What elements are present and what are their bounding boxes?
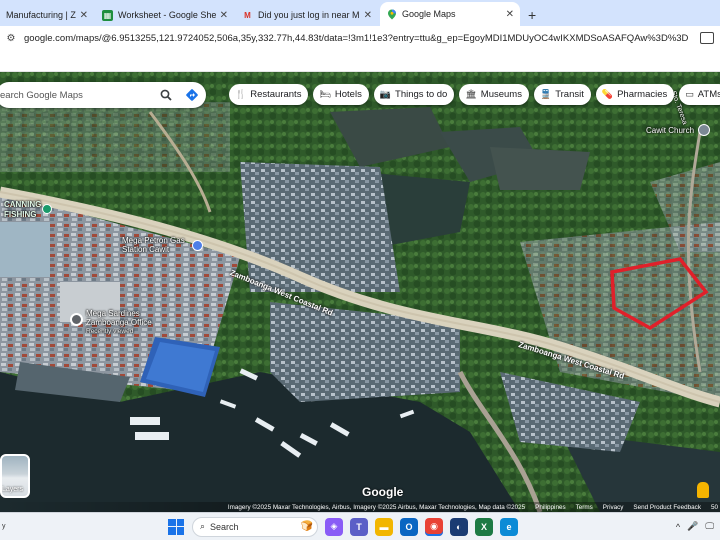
windows-taskbar: y ⌕ Search 🍞 ◈ T ▬ O ◉ ◐ X e ^ 🎤 🖵	[0, 512, 720, 540]
satellite-imagery	[0, 72, 720, 512]
chip-pharmacies[interactable]: 💊 Pharmacies	[595, 84, 675, 105]
close-icon[interactable]: ✕	[364, 10, 372, 21]
gas-station-marker[interactable]	[192, 240, 203, 251]
place-label-line: Mega Sardines	[86, 309, 140, 318]
directions-icon[interactable]	[184, 87, 200, 103]
file-explorer-icon[interactable]: ▬	[375, 517, 393, 536]
chrome-icon[interactable]: ◉	[425, 517, 443, 536]
feedback-link[interactable]: Send Product Feedback	[633, 504, 701, 511]
google-logo: Google	[362, 485, 404, 499]
app-blue-icon[interactable]: ◐	[450, 517, 468, 536]
close-icon[interactable]: ✕	[80, 10, 88, 21]
cast-icon[interactable]	[700, 32, 714, 44]
terms-link[interactable]: Terms	[576, 504, 593, 511]
place-label-cawit-church[interactable]: Cawit Church	[646, 126, 694, 135]
scale-label[interactable]: 50	[711, 504, 718, 511]
bookmarks-bar	[0, 50, 720, 72]
layers-button[interactable]: Layers	[0, 454, 30, 498]
excel-icon[interactable]: X	[475, 517, 493, 536]
museum-icon: 🏛	[465, 89, 477, 99]
map-attribution: Imagery ©2025 Maxar Technologies, Airbus…	[0, 502, 720, 512]
chip-restaurants[interactable]: 🍴 Restaurants	[229, 84, 309, 105]
tab-title: Google Maps	[402, 9, 456, 19]
chevron-up-icon[interactable]: ^	[676, 522, 680, 532]
screen: Manufacturing | Zc E & ✕ ▦ Worksheet - G…	[0, 0, 720, 540]
tab-title: Manufacturing | Zc E &	[6, 10, 76, 20]
chip-label: Things to do	[395, 89, 448, 100]
privacy-link[interactable]: Privacy	[603, 504, 624, 511]
tab-manufacturing[interactable]: Manufacturing | Zc E & ✕	[0, 4, 94, 26]
layers-label: Layers	[2, 486, 24, 493]
place-label-petron[interactable]: Mega Petron Gas Station Cawit	[122, 236, 185, 254]
windows-start-icon[interactable]	[168, 518, 184, 535]
copilot-icon[interactable]: ◈	[325, 517, 343, 536]
tab-gmail[interactable]: M Did you just log in near Muntin ✕	[236, 4, 378, 26]
microphone-icon[interactable]: 🎤	[687, 521, 698, 532]
place-label-canning[interactable]: CANNING FISHING	[4, 200, 41, 220]
close-icon[interactable]: ✕	[220, 10, 228, 21]
search-icon[interactable]	[158, 87, 174, 103]
new-tab-button[interactable]: +	[528, 4, 536, 26]
gmail-icon: M	[244, 10, 251, 20]
chip-label: Pharmacies	[617, 89, 668, 100]
address-bar: ⚙ google.com/maps/@6.9513255,121.9724052…	[0, 26, 720, 50]
satellite-map[interactable]	[0, 72, 720, 512]
chip-museums[interactable]: 🏛 Museums	[459, 84, 529, 105]
browser-tab-strip: Manufacturing | Zc E & ✕ ▦ Worksheet - G…	[0, 0, 720, 26]
chip-label: Museums	[480, 89, 522, 100]
maps-search-box[interactable]: earch Google Maps	[0, 82, 206, 108]
tab-google-maps[interactable]: Google Maps ✕	[380, 2, 520, 26]
place-label-line: FISHING	[4, 210, 37, 219]
imagery-credit: Imagery ©2025 Maxar Technologies, Airbus…	[227, 503, 526, 511]
place-label-line: Station Cawit	[122, 245, 170, 254]
category-chips: 🍴 Restaurants 🛏 Hotels 📷 Things to do 🏛 Muse…	[229, 84, 720, 105]
taskbar-search[interactable]: ⌕ Search 🍞	[192, 516, 318, 537]
edge-icon[interactable]: e	[500, 517, 518, 536]
church-marker[interactable]	[698, 124, 710, 136]
chip-hotels[interactable]: 🛏 Hotels	[313, 84, 369, 105]
transit-icon: 🚆	[539, 89, 552, 99]
site-info-icon[interactable]: ⚙	[4, 31, 18, 45]
tab-google-sheets[interactable]: ▦ Worksheet - Google Sheets ✕	[96, 4, 234, 26]
bed-icon: 🛏	[319, 89, 331, 99]
pegman-icon[interactable]	[697, 482, 709, 498]
google-maps-icon	[386, 9, 397, 20]
place-label-sardines[interactable]: Mega Sardines Zamboanga Office Recently …	[86, 309, 152, 336]
camera-icon: 📷	[379, 89, 392, 99]
pill-icon: 💊	[601, 89, 614, 99]
fishing-place-marker[interactable]	[42, 204, 52, 214]
place-label-line: Zamboanga Office	[86, 318, 152, 327]
url-field[interactable]: google.com/maps/@6.9513255,121.9724052,5…	[24, 33, 700, 44]
chip-label: Restaurants	[250, 89, 302, 100]
recently-viewed-marker[interactable]	[70, 313, 83, 326]
taskbar-left-text: y	[2, 523, 6, 530]
system-tray: ^ 🎤 🖵	[676, 521, 714, 532]
fork-knife-icon: 🍴	[235, 89, 247, 99]
google-sheets-icon: ▦	[102, 9, 113, 21]
chip-things-to-do[interactable]: 📷 Things to do	[373, 84, 455, 105]
outlook-icon[interactable]: O	[400, 517, 418, 536]
search-icon: ⌕	[200, 521, 206, 531]
display-icon[interactable]: 🖵	[705, 521, 714, 532]
recently-viewed-label: Recently viewed	[86, 328, 134, 335]
teams-icon[interactable]: T	[350, 517, 368, 536]
tab-title: Did you just log in near Muntin	[258, 10, 360, 20]
place-label-line: CANNING	[4, 200, 42, 209]
chip-label: ATMs	[697, 89, 720, 100]
chip-label: Hotels	[334, 89, 362, 100]
chip-label: Transit	[555, 89, 584, 100]
country-link[interactable]: Philippines	[535, 504, 565, 511]
close-icon[interactable]: ✕	[506, 9, 514, 20]
atm-icon: ▭	[685, 89, 694, 99]
chip-atms[interactable]: ▭ ATMs	[679, 84, 720, 105]
search-input[interactable]: earch Google Maps	[0, 90, 158, 101]
chip-transit[interactable]: 🚆 Transit	[533, 84, 591, 105]
taskbar-search-label: Search	[210, 521, 239, 532]
search-highlight-icon: 🍞	[300, 521, 313, 532]
tab-title: Worksheet - Google Sheets	[118, 10, 216, 20]
place-label-line: Mega Petron Gas	[122, 236, 185, 245]
